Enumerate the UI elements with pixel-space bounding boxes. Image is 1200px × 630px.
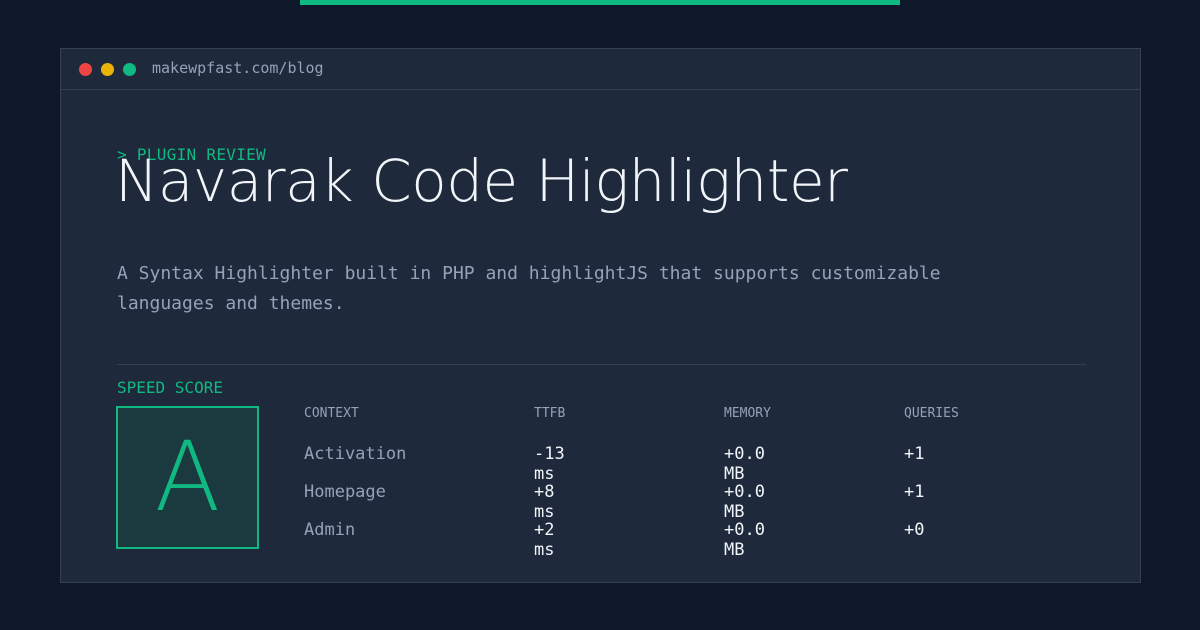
row-ttfb: -13 ms [534,444,565,484]
row-context: Admin [304,520,356,540]
row-ttfb: +2 ms [534,520,555,560]
row-context: Activation [304,444,407,464]
row-memory: +0.0 MB [724,444,765,484]
column-header-memory: MEMORY [724,406,771,421]
column-header-queries: QUERIES [904,406,959,421]
article-description: A Syntax Highlighter built in PHP and hi… [117,263,941,314]
url-text[interactable]: makewpfast.com/blog [152,59,324,77]
row-memory: +0.0 MB [724,482,765,522]
column-header-context: CONTEXT [304,406,359,421]
grade-letter: A [154,421,221,533]
grade-badge: A [116,406,259,549]
window-titlebar: makewpfast.com/blog [61,49,1140,90]
browser-window: makewpfast.com/blog > PLUGIN REVIEW Nava… [60,48,1141,583]
maximize-dot-icon[interactable] [123,63,136,76]
page-title: Navarak Code Highlighter [115,147,848,215]
row-memory: +0.0 MB [724,520,765,560]
row-queries: +1 [904,444,925,464]
minimize-dot-icon[interactable] [101,63,114,76]
close-dot-icon[interactable] [79,63,92,76]
row-queries: +0 [904,520,925,540]
row-ttfb: +8 ms [534,482,555,522]
row-context: Homepage [304,482,386,502]
top-accent-bar [300,0,900,5]
speed-score-label: SPEED SCORE [117,378,223,397]
section-divider [117,364,1086,365]
column-header-ttfb: TTFB [534,406,566,421]
row-queries: +1 [904,482,925,502]
